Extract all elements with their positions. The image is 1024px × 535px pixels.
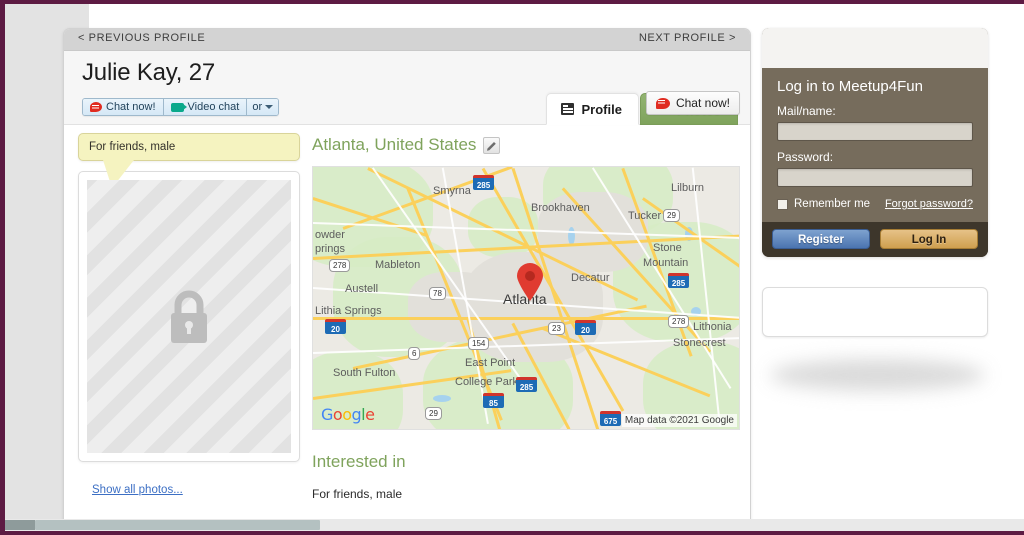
video-camera-icon: [170, 102, 187, 112]
show-all-photos-link[interactable]: Show all photos...: [92, 484, 183, 496]
map-route-shield: 6: [408, 347, 421, 360]
map-interstate-shield: 20: [325, 319, 346, 334]
map-route-shield: 29: [663, 209, 680, 222]
profile-left-column: For friends, male Show all photos...: [78, 125, 300, 498]
log-in-button[interactable]: Log In: [880, 229, 978, 249]
map-interstate-shield: 285: [516, 377, 537, 392]
horizontal-scrollbar[interactable]: [5, 519, 1024, 531]
map-route-shield: 23: [548, 322, 565, 335]
or-label: or: [252, 101, 263, 113]
profile-tooltip: For friends, male: [78, 133, 300, 188]
chat-now-label: Chat now!: [106, 101, 156, 113]
map-route-shield: 29: [425, 407, 442, 420]
tab-profile-label: Profile: [581, 101, 622, 117]
map-place-label: South Fulton: [333, 367, 396, 379]
map-place-label: prings: [315, 243, 345, 255]
checkbox-icon: [777, 198, 788, 210]
more-options-dropdown[interactable]: or: [247, 99, 279, 115]
map-place-label: Mableton: [375, 259, 421, 271]
location-map[interactable]: Smyrna Brookhaven Tucker Lilburn owder prings…: [312, 166, 740, 430]
login-options-row: Remember me Forgot password?: [777, 198, 973, 210]
map-route-shield: 154: [468, 337, 490, 350]
map-place-label: Lilburn: [671, 182, 705, 194]
map-marker-pin[interactable]: [516, 263, 544, 301]
document-icon: [561, 103, 575, 115]
chevron-down-icon: [265, 105, 274, 109]
profile-photo-frame: [78, 171, 300, 462]
map-attribution: Map data ©2021 Google: [621, 414, 737, 427]
chat-now-button[interactable]: Chat now!: [83, 99, 164, 115]
register-button[interactable]: Register: [772, 229, 870, 249]
scrollbar-thumb[interactable]: [35, 520, 320, 530]
login-footer: Register Log In: [762, 222, 988, 257]
profile-body: For friends, male Show all photos... Atl…: [64, 91, 750, 531]
password-field[interactable]: [777, 168, 973, 187]
lock-icon: [171, 290, 207, 343]
map-place-label: owder: [315, 229, 345, 241]
map-place-label: Brookhaven: [531, 202, 590, 214]
next-profile-link[interactable]: NEXT PROFILE >: [639, 32, 736, 44]
map-place-label: Lithonia: [693, 321, 732, 333]
map-interstate-shield: 675: [600, 411, 621, 426]
page-title: Julie Kay, 27: [82, 59, 216, 86]
location-row: Atlanta, United States Chat now!: [312, 91, 740, 155]
map-place-label: Lithia Springs: [315, 305, 382, 317]
location-title: Atlanta, United States: [312, 135, 477, 154]
map-place-label: Stone: [653, 242, 682, 254]
map-place-label: Smyrna: [433, 185, 471, 197]
login-panel-top-strip: [762, 28, 988, 68]
map-place-label: Tucker: [628, 210, 662, 222]
password-label: Password:: [777, 150, 834, 164]
forgot-password-link[interactable]: Forgot password?: [885, 198, 973, 210]
map-place-label: Austell: [345, 283, 379, 295]
previous-profile-link[interactable]: < PREVIOUS PROFILE: [78, 32, 205, 44]
login-panel: Log in to Meetup4Fun Mail/name: Password…: [762, 28, 988, 257]
sidebar-blurred-element: [770, 359, 985, 391]
remember-me-label: Remember me: [794, 198, 871, 210]
map-route-shield: 78: [429, 287, 446, 300]
map-interstate-shield: 20: [575, 320, 596, 335]
map-place-label: Mountain: [643, 257, 689, 269]
interested-in-heading: Interested in: [312, 452, 406, 471]
map-place-label: East Point: [465, 357, 516, 369]
chat-bubble-icon: [655, 97, 670, 109]
contact-button-group: Chat now! Video chat or: [82, 98, 280, 116]
video-chat-label: Video chat: [187, 101, 240, 113]
tooltip-text: For friends, male: [89, 141, 176, 153]
map-place-label: College Park: [455, 376, 518, 388]
pencil-edit-icon[interactable]: [483, 136, 501, 154]
map-place-label: Decatur: [571, 272, 610, 284]
scrollbar-track-left[interactable]: [5, 520, 35, 530]
mail-name-field[interactable]: [777, 122, 973, 141]
map-place-label: Stonecrest: [673, 337, 726, 349]
tab-profile[interactable]: Profile: [546, 93, 639, 125]
profile-nav-bar: < PREVIOUS PROFILE NEXT PROFILE >: [64, 29, 750, 51]
google-logo: Google: [321, 405, 375, 424]
chat-now-secondary-label: Chat now!: [675, 96, 730, 110]
login-title: Log in to Meetup4Fun: [777, 78, 923, 95]
map-route-shield: 278: [329, 259, 351, 272]
remember-me-checkbox[interactable]: Remember me: [777, 198, 870, 210]
login-form: Log in to Meetup4Fun Mail/name: Password…: [762, 68, 988, 222]
browser-viewport: < PREVIOUS PROFILE NEXT PROFILE > Julie …: [0, 0, 1024, 535]
profile-card: < PREVIOUS PROFILE NEXT PROFILE > Julie …: [63, 28, 751, 531]
page-canvas: < PREVIOUS PROFILE NEXT PROFILE > Julie …: [5, 4, 1024, 531]
sidebar-empty-panel: [762, 287, 988, 337]
locked-photo-placeholder[interactable]: [87, 180, 291, 453]
map-route-shield: 278: [668, 315, 690, 328]
map-interstate-shield: 285: [473, 175, 494, 190]
video-chat-button[interactable]: Video chat: [163, 99, 248, 115]
profile-main-column: Atlanta, United States Chat now! Smyrna …: [312, 91, 740, 501]
map-interstate-shield: 285: [668, 273, 689, 288]
map-interstate-shield: 85: [483, 393, 504, 408]
mail-name-label: Mail/name:: [777, 104, 836, 118]
chat-bubble-icon: [90, 102, 102, 112]
chat-now-button-secondary[interactable]: Chat now!: [645, 91, 740, 115]
interested-in-value: For friends, male: [312, 487, 403, 501]
